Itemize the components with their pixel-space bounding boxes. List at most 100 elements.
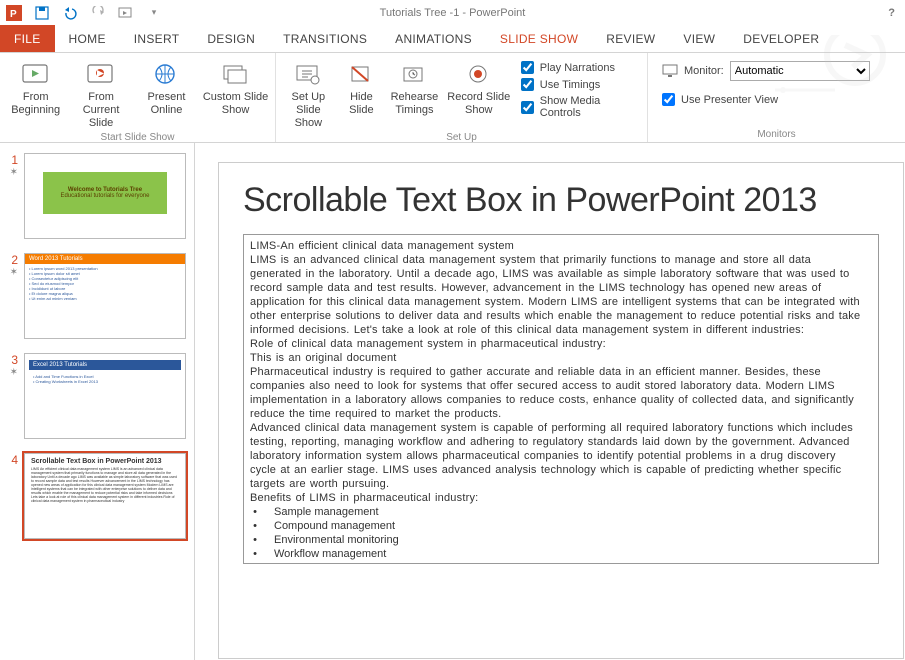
play-narrations-label: Play Narrations bbox=[540, 62, 615, 74]
svg-text:P: P bbox=[10, 9, 17, 20]
thumb4-title: Scrollable Text Box in PowerPoint 2013 bbox=[25, 454, 185, 467]
present-online-label: PresentOnline bbox=[148, 91, 186, 117]
ribbon-tabs: FILE HOME INSERT DESIGN TRANSITIONS ANIM… bbox=[0, 25, 905, 53]
show-media-checkbox[interactable] bbox=[521, 101, 534, 114]
thumb2-body: • Lorem ipsum word 2013 presentation• Lo… bbox=[25, 264, 185, 303]
show-media-label: Show Media Controls bbox=[540, 95, 637, 119]
decorative-arrow-icon bbox=[775, 35, 895, 105]
workspace: 1 ✶ Welcome to Tutorials TreeEducational … bbox=[0, 143, 905, 660]
thumb-num-3: 3 bbox=[4, 353, 18, 367]
animation-star-icon: ✶ bbox=[10, 169, 18, 177]
save-icon[interactable] bbox=[34, 5, 50, 21]
slide-title[interactable]: Scrollable Text Box in PowerPoint 2013 bbox=[243, 181, 879, 220]
thumbnail-3[interactable]: Excel 2013 Tutorials • Add and Time Func… bbox=[24, 353, 186, 439]
monitor-label: Monitor: bbox=[684, 65, 724, 77]
custom-show-button[interactable]: Custom SlideShow bbox=[202, 57, 269, 117]
undo-icon[interactable] bbox=[62, 5, 78, 21]
thumb1-sub: Educational tutorials for everyone bbox=[60, 193, 149, 199]
bullet-1: •Compound management bbox=[250, 519, 864, 533]
play-narrations-check[interactable]: Play Narrations bbox=[521, 61, 637, 74]
ribbon: FromBeginning FromCurrent Slide PresentO… bbox=[0, 53, 905, 143]
bullet-3: •Workflow management bbox=[250, 547, 864, 561]
monitor-icon bbox=[662, 64, 678, 78]
tab-animations[interactable]: ANIMATIONS bbox=[381, 25, 486, 52]
setup-show-button[interactable]: Set UpSlide Show bbox=[282, 57, 335, 130]
thumb-num-2: 2 bbox=[4, 253, 18, 267]
thumb-num-4: 4 bbox=[4, 453, 18, 467]
tab-home[interactable]: HOME bbox=[55, 25, 120, 52]
setup-show-icon bbox=[292, 61, 324, 89]
para-0: LIMS-An efficient clinical data manageme… bbox=[250, 239, 864, 253]
play-narrations-checkbox[interactable] bbox=[521, 61, 534, 74]
from-beginning-icon bbox=[20, 61, 52, 89]
tab-design[interactable]: DESIGN bbox=[193, 25, 269, 52]
present-online-icon bbox=[150, 61, 182, 89]
bullet-4: •Instrument integration to facilitate da… bbox=[250, 561, 864, 563]
group-label-start: Start Slide Show bbox=[6, 130, 269, 143]
window-title: Tutorials Tree -1 - PowerPoint bbox=[380, 7, 526, 19]
from-beginning-label: FromBeginning bbox=[11, 91, 60, 117]
tab-view[interactable]: VIEW bbox=[669, 25, 729, 52]
use-timings-label: Use Timings bbox=[540, 79, 601, 91]
textbox-content[interactable]: LIMS-An efficient clinical data manageme… bbox=[244, 235, 878, 563]
presenter-view-label: Use Presenter View bbox=[681, 94, 778, 106]
para-1: LIMS is an advanced clinical data manage… bbox=[250, 253, 864, 337]
scrollable-textbox[interactable]: LIMS-An efficient clinical data manageme… bbox=[243, 234, 879, 564]
thumb3-title: Excel 2013 Tutorials bbox=[29, 360, 181, 370]
slide-editor: Scrollable Text Box in PowerPoint 2013 L… bbox=[195, 143, 905, 660]
para-3: This is an original document bbox=[250, 351, 864, 365]
record-button[interactable]: Record SlideShow bbox=[447, 57, 511, 117]
from-current-icon bbox=[85, 61, 117, 89]
hide-slide-label: HideSlide bbox=[349, 91, 373, 117]
tab-file[interactable]: FILE bbox=[0, 25, 55, 52]
from-beginning-button[interactable]: FromBeginning bbox=[6, 57, 65, 117]
show-media-check[interactable]: Show Media Controls bbox=[521, 95, 637, 119]
thumbnail-2[interactable]: Word 2013 Tutorials • Lorem ipsum word 2… bbox=[24, 253, 186, 339]
title-bar: P ▾ Tutorials Tree -1 - PowerPoint ? bbox=[0, 0, 905, 25]
para-5: Advanced clinical data management system… bbox=[250, 421, 864, 491]
thumb2-title: Word 2013 Tutorials bbox=[25, 254, 185, 264]
rehearse-label: RehearseTimings bbox=[391, 91, 439, 117]
start-from-beginning-icon[interactable] bbox=[118, 5, 134, 21]
para-6: Benefits of LIMS in pharmaceutical indus… bbox=[250, 491, 864, 505]
record-label: Record SlideShow bbox=[447, 91, 510, 117]
hide-slide-icon bbox=[345, 61, 377, 89]
use-timings-checkbox[interactable] bbox=[521, 78, 534, 91]
thumb4-body: LIMS An efficient clinical data manageme… bbox=[25, 467, 185, 503]
rehearse-icon bbox=[398, 61, 430, 89]
record-icon bbox=[463, 61, 495, 89]
presenter-view-checkbox[interactable] bbox=[662, 93, 675, 106]
help-icon[interactable]: ? bbox=[888, 7, 895, 19]
para-2: Role of clinical data management system … bbox=[250, 337, 864, 351]
setup-checkboxes: Play Narrations Use Timings Show Media C… bbox=[517, 57, 641, 119]
thumb3-body: • Add and Time Functions in Excel• Creat… bbox=[25, 372, 185, 386]
hide-slide-button[interactable]: HideSlide bbox=[341, 57, 382, 117]
qat-customize-icon[interactable]: ▾ bbox=[146, 5, 162, 21]
group-label-monitors: Monitors bbox=[654, 127, 899, 140]
group-start-slideshow: FromBeginning FromCurrent Slide PresentO… bbox=[0, 53, 276, 142]
bullet-0: •Sample management bbox=[250, 505, 864, 519]
thumbnails-panel: 1 ✶ Welcome to Tutorials TreeEducational … bbox=[0, 143, 195, 660]
powerpoint-icon: P bbox=[6, 5, 22, 21]
quick-access-toolbar: P ▾ bbox=[0, 5, 162, 21]
thumbnail-1[interactable]: Welcome to Tutorials TreeEducational tut… bbox=[24, 153, 186, 239]
tab-review[interactable]: REVIEW bbox=[592, 25, 669, 52]
para-4: Pharmaceutical industry is required to g… bbox=[250, 365, 864, 421]
thumb-num-1: 1 bbox=[4, 153, 18, 167]
animation-star-icon: ✶ bbox=[10, 269, 18, 277]
use-timings-check[interactable]: Use Timings bbox=[521, 78, 637, 91]
animation-star-icon: ✶ bbox=[10, 369, 18, 377]
tab-insert[interactable]: INSERT bbox=[120, 25, 194, 52]
redo-icon[interactable] bbox=[90, 5, 106, 21]
bullet-2: •Environmental monitoring bbox=[250, 533, 864, 547]
custom-show-label: Custom SlideShow bbox=[203, 91, 268, 117]
tab-transitions[interactable]: TRANSITIONS bbox=[269, 25, 381, 52]
slide-canvas[interactable]: Scrollable Text Box in PowerPoint 2013 L… bbox=[219, 163, 903, 658]
setup-show-label: Set UpSlide Show bbox=[282, 91, 335, 130]
thumbnail-4[interactable]: Scrollable Text Box in PowerPoint 2013 L… bbox=[24, 453, 186, 539]
tab-slideshow[interactable]: SLIDE SHOW bbox=[486, 25, 592, 52]
custom-show-icon bbox=[220, 61, 252, 89]
from-current-button[interactable]: FromCurrent Slide bbox=[71, 57, 130, 130]
present-online-button[interactable]: PresentOnline bbox=[137, 57, 196, 117]
rehearse-button[interactable]: RehearseTimings bbox=[388, 57, 441, 117]
